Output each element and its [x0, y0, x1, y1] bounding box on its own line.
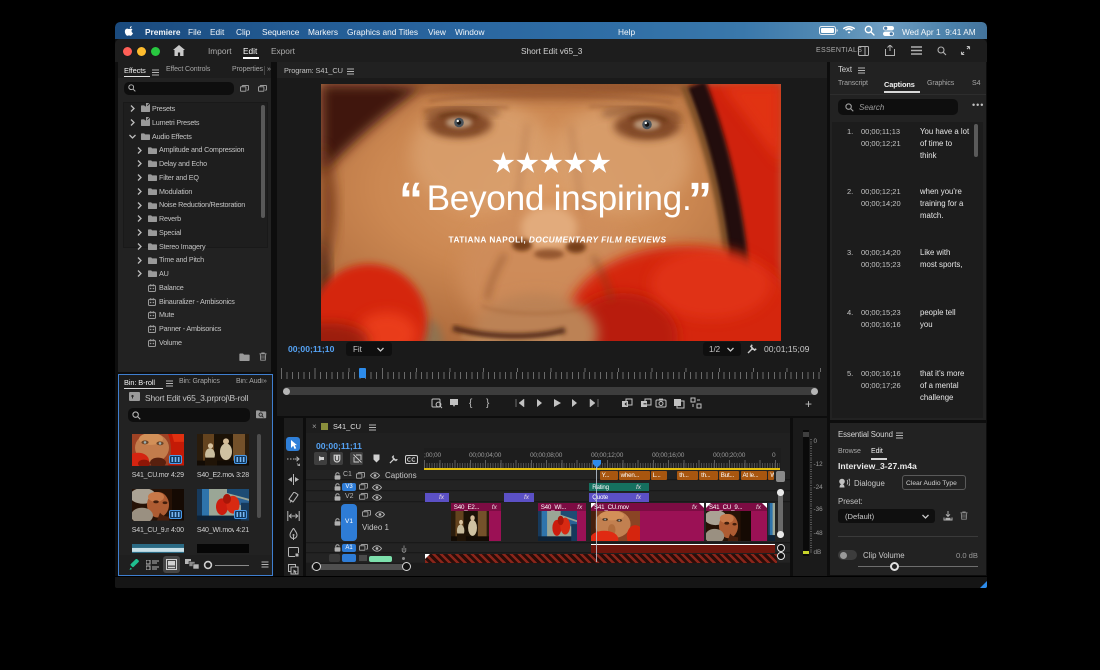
svg-text:“: “: [399, 174, 423, 227]
svg-text:Beyond inspiring.: Beyond inspiring.: [427, 179, 692, 218]
svg-text:TATIANA NAPOLI, DOCUMENTARY FI: TATIANA NAPOLI, DOCUMENTARY FILM REVIEWS: [449, 235, 667, 245]
svg-text:”: ”: [688, 174, 712, 227]
